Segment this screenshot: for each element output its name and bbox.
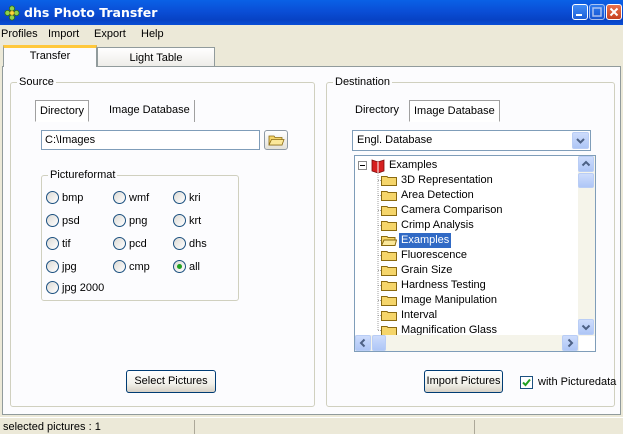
radio-jpg-2000[interactable]: jpg 2000 bbox=[46, 280, 104, 296]
chevron-down-icon bbox=[581, 324, 591, 331]
folder-icon bbox=[381, 176, 397, 186]
folder-icon bbox=[381, 251, 397, 261]
radio-bmp[interactable]: bmp bbox=[46, 190, 83, 206]
folder-open-icon bbox=[381, 236, 397, 246]
radio-selected-dot bbox=[177, 263, 182, 269]
folder-icon bbox=[381, 221, 397, 231]
dropdown-button[interactable] bbox=[572, 132, 589, 149]
radio-cmp[interactable]: cmp bbox=[113, 259, 150, 275]
menu-import[interactable]: Import bbox=[48, 27, 79, 41]
with-picturedata-checkbox[interactable] bbox=[520, 376, 533, 389]
tree-item[interactable]: Fluorescence bbox=[355, 248, 577, 263]
tree-item[interactable]: Camera Comparison bbox=[355, 203, 577, 218]
status-bar: selected pictures : 1 bbox=[0, 417, 623, 434]
radio-kri[interactable]: kri bbox=[173, 190, 201, 206]
chevron-left-icon bbox=[359, 338, 366, 348]
scroll-thumb[interactable] bbox=[578, 173, 594, 188]
source-group: Source Directory Image Database C:\Image… bbox=[10, 75, 315, 407]
chevron-right-icon bbox=[567, 338, 574, 348]
status-text: selected pictures : 1 bbox=[3, 421, 101, 433]
folder-icon bbox=[381, 311, 397, 321]
radio-krt[interactable]: krt bbox=[173, 213, 201, 229]
folder-icon bbox=[381, 281, 397, 291]
radio-png[interactable]: png bbox=[113, 213, 147, 229]
chevron-down-icon bbox=[576, 138, 585, 144]
database-select-value: Engl. Database bbox=[357, 134, 433, 146]
tree-horizontal-scrollbar[interactable] bbox=[355, 335, 579, 351]
browse-folder-button[interactable] bbox=[264, 130, 288, 150]
minimize-icon bbox=[576, 14, 582, 16]
chevron-up-icon bbox=[581, 160, 591, 167]
scroll-right-button[interactable] bbox=[562, 335, 578, 351]
tab-transfer[interactable]: Transfer bbox=[3, 45, 97, 67]
menu-help[interactable]: Help bbox=[141, 27, 164, 41]
tree-item[interactable]: Grain Size bbox=[355, 263, 577, 278]
database-tree[interactable]: Examples 3D Representation Area Detectio… bbox=[354, 155, 596, 352]
tree-item[interactable]: 3D Representation bbox=[355, 173, 577, 188]
radio-jpg[interactable]: jpg bbox=[46, 259, 77, 275]
source-label: Source bbox=[17, 75, 56, 89]
tree-item[interactable]: Hardness Testing bbox=[355, 278, 577, 293]
source-tab-directory[interactable]: Directory bbox=[35, 100, 90, 122]
radio-wmf[interactable]: wmf bbox=[113, 190, 149, 206]
scroll-left-button[interactable] bbox=[355, 335, 371, 351]
menu-bar: Profiles Import Export Help bbox=[0, 25, 623, 43]
folder-icon bbox=[381, 191, 397, 201]
database-select[interactable]: Engl. Database bbox=[352, 130, 591, 151]
tree-item[interactable]: Image Manipulation bbox=[355, 293, 577, 308]
destination-tab-directory[interactable]: Directory bbox=[351, 100, 403, 122]
folder-icon bbox=[381, 296, 397, 306]
maximize-button[interactable] bbox=[589, 4, 605, 20]
radio-dhs[interactable]: dhs bbox=[173, 236, 207, 252]
radio-tif[interactable]: tif bbox=[46, 236, 71, 252]
radio-pcd[interactable]: pcd bbox=[113, 236, 147, 252]
select-pictures-button[interactable]: Select Pictures bbox=[126, 370, 216, 393]
tab-strip: Transfer Light Table bbox=[0, 43, 623, 68]
source-path-input[interactable]: C:\Images bbox=[41, 130, 260, 150]
scroll-up-button[interactable] bbox=[578, 156, 594, 172]
checkmark-icon bbox=[522, 378, 531, 387]
menu-export[interactable]: Export bbox=[94, 27, 126, 41]
tab-light-table[interactable]: Light Table bbox=[97, 47, 215, 68]
pictureformat-label: Pictureformat bbox=[48, 168, 118, 182]
status-pane bbox=[474, 420, 623, 434]
radio-psd[interactable]: psd bbox=[46, 213, 80, 229]
folder-icon bbox=[381, 266, 397, 276]
tree-item[interactable]: Area Detection bbox=[355, 188, 577, 203]
minimize-button[interactable] bbox=[572, 4, 588, 20]
import-pictures-button[interactable]: Import Pictures bbox=[424, 370, 503, 393]
close-button[interactable] bbox=[606, 4, 622, 20]
maximize-icon bbox=[592, 7, 602, 17]
status-pane bbox=[194, 420, 474, 434]
tree-item[interactable]: Interval bbox=[355, 308, 577, 323]
tree-vertical-scrollbar[interactable] bbox=[578, 156, 595, 336]
window-title: dhs Photo Transfer bbox=[24, 5, 158, 20]
tree-item[interactable]: Crimp Analysis bbox=[355, 218, 577, 233]
tree-item-selected[interactable]: Examples bbox=[355, 232, 577, 249]
app-icon bbox=[4, 5, 20, 21]
menu-profiles[interactable]: Profiles bbox=[1, 27, 38, 41]
folder-icon bbox=[381, 206, 397, 216]
destination-label: Destination bbox=[333, 75, 393, 89]
radio-all[interactable]: all bbox=[173, 259, 200, 275]
hscroll-thumb[interactable] bbox=[372, 335, 386, 351]
with-picturedata-label: with Picturedata bbox=[538, 376, 617, 388]
folder-open-icon bbox=[268, 135, 285, 146]
source-tab-image-database[interactable]: Image Database bbox=[105, 100, 195, 122]
pictureformat-group: Pictureformat bmp wmf kri psd png krt ti… bbox=[41, 168, 239, 301]
title-bar[interactable]: dhs Photo Transfer bbox=[0, 0, 623, 25]
scroll-down-button[interactable] bbox=[578, 319, 594, 335]
destination-tab-image-database[interactable]: Image Database bbox=[409, 100, 500, 122]
close-icon bbox=[609, 7, 619, 17]
